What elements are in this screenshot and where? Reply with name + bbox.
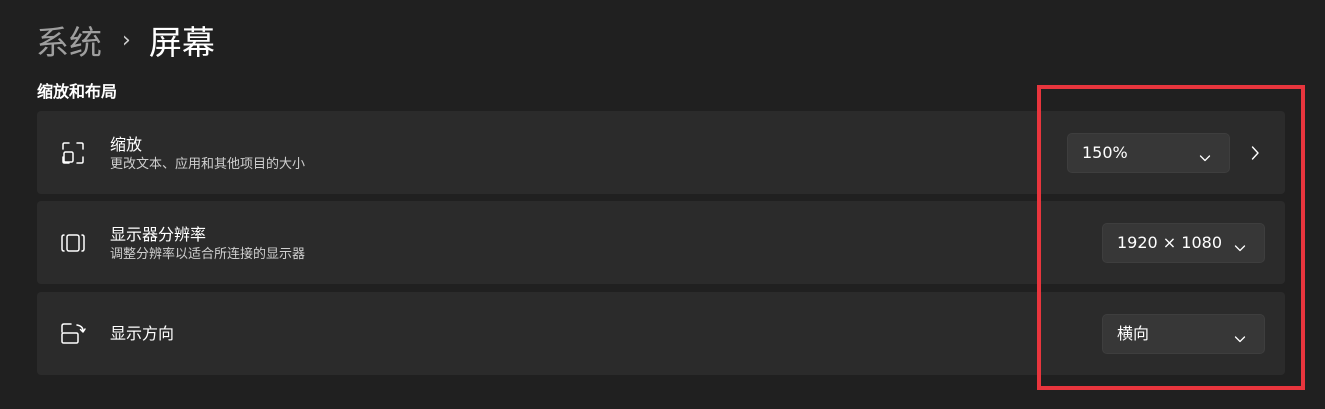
setting-text: 显示方向: [110, 323, 174, 345]
page-title: 屏幕: [148, 23, 215, 62]
setting-title: 缩放: [110, 135, 143, 154]
setting-text: 显示器分辨率 调整分辨率以适合所连接的显示器: [110, 224, 305, 263]
setting-card-resolution: 显示器分辨率 调整分辨率以适合所连接的显示器 1920 × 1080: [37, 201, 1285, 284]
scale-dropdown[interactable]: 150%: [1067, 133, 1230, 173]
chevron-down-icon: [1234, 238, 1246, 252]
orientation-dropdown-value: 横向: [1117, 324, 1150, 343]
scale-dropdown-value: 150%: [1082, 143, 1128, 162]
orientation-icon: [59, 320, 87, 348]
chevron-down-icon: [1234, 329, 1246, 343]
setting-card-scale[interactable]: 缩放 更改文本、应用和其他项目的大小 150%: [37, 111, 1285, 194]
setting-title: 显示器分辨率: [110, 225, 207, 244]
chevron-right-icon[interactable]: [1249, 145, 1261, 161]
resolution-dropdown-value: 1920 × 1080: [1117, 233, 1223, 252]
breadcrumb-separator-icon: ›: [122, 28, 131, 53]
section-title-scale-layout: 缩放和布局: [37, 82, 118, 101]
scale-icon: [59, 139, 87, 167]
setting-title: 显示方向: [110, 324, 175, 343]
setting-description: 更改文本、应用和其他项目的大小: [110, 157, 306, 172]
orientation-dropdown[interactable]: 横向: [1102, 314, 1265, 354]
chevron-down-icon: [1199, 148, 1211, 162]
resolution-icon: [59, 229, 87, 257]
setting-text: 缩放 更改文本、应用和其他项目的大小: [110, 134, 305, 173]
breadcrumb: 系统 › 屏幕: [36, 18, 215, 68]
breadcrumb-parent-system[interactable]: 系统: [36, 18, 102, 68]
resolution-dropdown[interactable]: 1920 × 1080: [1102, 223, 1265, 263]
setting-card-orientation: 显示方向 横向: [37, 292, 1285, 375]
setting-description: 调整分辨率以适合所连接的显示器: [110, 247, 306, 262]
